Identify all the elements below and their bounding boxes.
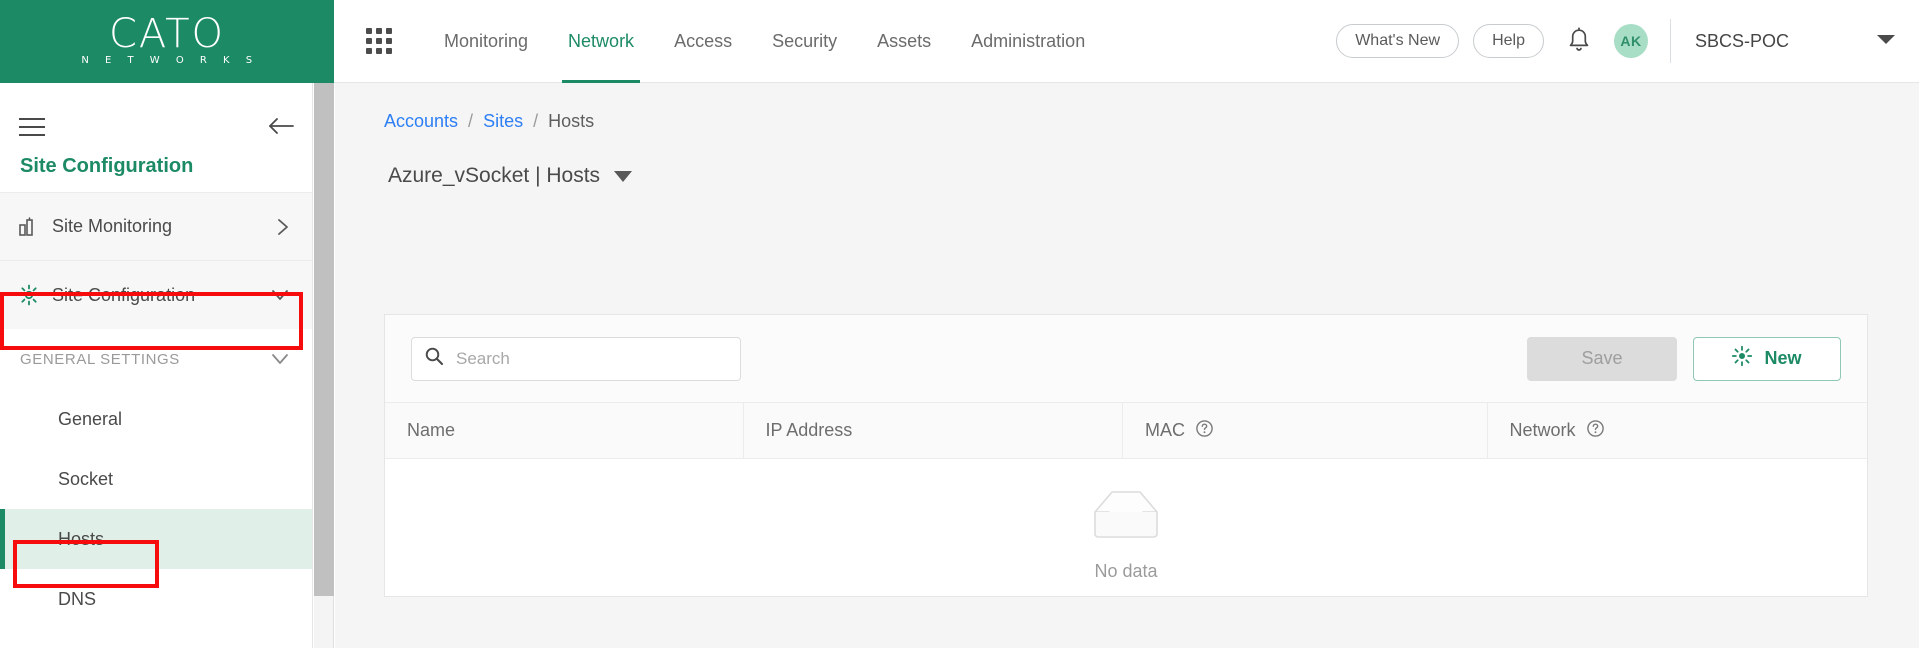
sidebar-title: Site Configuration <box>20 155 194 177</box>
table-toolbar: Save New <box>385 315 1867 402</box>
question-circle-icon[interactable] <box>1195 419 1214 443</box>
header-divider <box>1669 19 1671 63</box>
sidebar: Site Configuration Site Monitoring Site … <box>0 83 313 648</box>
breadcrumb-separator: / <box>468 111 474 131</box>
toolbar-actions: Save New <box>1527 336 1841 381</box>
page-title-label: Azure_vSocket | Hosts <box>388 164 601 187</box>
sidebar-item-hosts[interactable]: Hosts <box>0 509 312 569</box>
breadcrumb: Accounts / Sites / Hosts <box>335 83 1919 132</box>
sidebar-item-label: Site Configuration <box>52 284 196 305</box>
search-icon <box>424 346 444 371</box>
breadcrumb-accounts[interactable]: Accounts <box>384 111 458 132</box>
sidebar-section-general-settings[interactable]: GENERAL SETTINGS <box>0 329 312 389</box>
empty-state-label: No data <box>1094 560 1158 581</box>
empty-state: No data <box>385 459 1867 596</box>
whats-new-button[interactable]: What's New <box>1336 24 1460 58</box>
breadcrumb-current: Hosts <box>548 111 595 131</box>
avatar[interactable]: AK <box>1613 24 1648 58</box>
help-button[interactable]: Help <box>1473 24 1544 58</box>
brand-subtitle: N E T W O R K S <box>81 54 259 66</box>
header-nav-zone: Monitoring Network Access Security Asset… <box>334 0 1919 83</box>
nav-item-administration[interactable]: Administration <box>951 0 1105 83</box>
column-header-name[interactable]: Name <box>385 403 744 458</box>
gear-icon <box>18 284 52 306</box>
chevron-down-icon <box>270 352 312 366</box>
sidebar-item-label: Hosts <box>58 528 105 549</box>
column-label: Network <box>1509 420 1576 440</box>
column-header-mac[interactable]: MAC <box>1123 403 1488 458</box>
caret-down-icon[interactable] <box>614 170 633 182</box>
table-header-row: Name IP Address MAC Network <box>385 402 1867 459</box>
column-label: Name <box>407 420 456 440</box>
breadcrumb-sites[interactable]: Sites <box>483 111 523 132</box>
new-button-label: New <box>1764 348 1802 368</box>
search-field[interactable] <box>456 348 728 369</box>
page-title[interactable]: Azure_vSocket | Hosts <box>335 132 633 188</box>
top-header-bar: CATO N E T W O R K S Monitoring Network … <box>0 0 1919 83</box>
nav-item-assets[interactable]: Assets <box>857 0 951 83</box>
sidebar-item-label: Socket <box>58 468 114 489</box>
new-button[interactable]: New <box>1693 336 1841 381</box>
header-right-cluster: What's New Help AK SBCS-POC <box>1336 0 1919 83</box>
column-label: MAC <box>1145 420 1185 440</box>
chevron-right-icon <box>276 217 312 237</box>
chevron-down-icon <box>270 288 312 302</box>
nav-item-security[interactable]: Security <box>752 0 857 83</box>
nav-item-access[interactable]: Access <box>654 0 752 83</box>
sidebar-item-site-monitoring[interactable]: Site Monitoring <box>0 193 312 261</box>
app-grid-icon[interactable] <box>366 28 392 54</box>
nav-item-network[interactable]: Network <box>548 0 654 83</box>
search-input[interactable] <box>411 336 741 381</box>
sidebar-item-label: DNS <box>58 588 97 609</box>
hosts-table-card: Save New Name IP Address <box>384 314 1868 597</box>
sidebar-item-label: Site Monitoring <box>52 216 173 236</box>
hamburger-menu-icon[interactable] <box>12 109 52 145</box>
column-label: IP Address <box>765 420 853 440</box>
sidebar-item-site-configuration[interactable]: Site Configuration <box>0 261 312 329</box>
empty-inbox-icon <box>1087 486 1165 549</box>
chevron-down-icon[interactable] <box>1875 32 1897 51</box>
sparkle-icon <box>1732 345 1753 371</box>
save-button[interactable]: Save <box>1527 336 1677 381</box>
cato-networks-logo[interactable]: CATO N E T W O R K S <box>0 0 334 83</box>
bar-chart-icon <box>18 216 52 237</box>
notification-bell-icon[interactable] <box>1566 27 1592 55</box>
sidebar-header: Site Configuration <box>0 83 312 193</box>
sidebar-item-dns[interactable]: DNS <box>0 569 312 629</box>
sidebar-item-general[interactable]: General <box>0 389 312 449</box>
main-nav: Monitoring Network Access Security Asset… <box>424 0 1105 83</box>
arrow-left-icon[interactable] <box>264 109 298 143</box>
sidebar-scrollbar-thumb[interactable] <box>314 83 334 596</box>
brand-wordmark: CATO <box>108 10 226 57</box>
column-header-ip-address[interactable]: IP Address <box>744 403 1123 458</box>
sidebar-scrollbar[interactable] <box>314 83 334 648</box>
column-header-network[interactable]: Network <box>1488 403 1867 458</box>
main-content: Accounts / Sites / Hosts Azure_vSocket |… <box>335 83 1919 648</box>
nav-item-monitoring[interactable]: Monitoring <box>424 0 548 83</box>
sidebar-section-label: GENERAL SETTINGS <box>20 350 180 368</box>
question-circle-icon[interactable] <box>1586 419 1605 443</box>
account-name[interactable]: SBCS-POC <box>1695 31 1789 52</box>
sidebar-item-label: General <box>58 408 123 429</box>
sidebar-item-socket[interactable]: Socket <box>0 449 312 509</box>
breadcrumb-separator: / <box>533 111 539 131</box>
